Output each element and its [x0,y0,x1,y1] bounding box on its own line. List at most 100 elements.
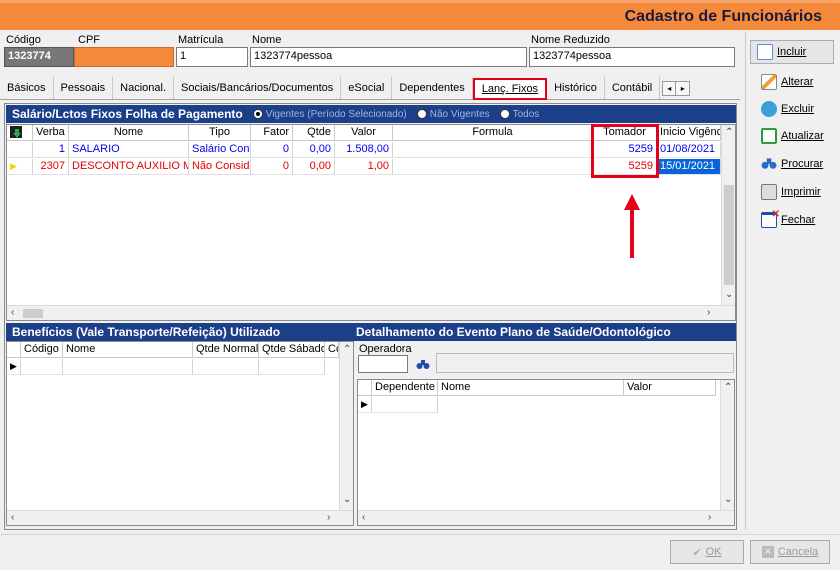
col-qtde[interactable]: Qtde [293,125,335,141]
radio-nao-vigentes[interactable]: Não Vigentes [416,109,490,120]
col-nome[interactable]: Nome [438,380,624,396]
empty-cell[interactable] [63,359,193,375]
col-fator[interactable]: Fator [251,125,293,141]
radio-todos[interactable]: Todos [499,109,539,120]
col-valor[interactable]: Valor [335,125,393,141]
fechar-button[interactable]: ✕ Fechar [755,208,825,232]
cell-fator[interactable]: 0 [251,142,293,158]
matricula-field[interactable]: 1 [176,47,248,67]
col-co[interactable]: Co [325,342,339,358]
col-dependente[interactable]: Dependente [372,380,438,396]
ok-button[interactable]: ✔ OK [670,540,744,564]
export-excel-icon[interactable] [7,125,33,141]
col-qtde-sabado[interactable]: Qtde Sábado [259,342,325,358]
scroll-thumb[interactable] [724,185,734,285]
tab-scroll-buttons: ◂ ▸ [662,81,691,96]
cell-fator[interactable]: 0 [251,159,293,175]
grid-indicator-header [358,380,372,396]
cpf-field[interactable] [74,47,174,67]
col-inicio-vigencia[interactable]: Inicio Vigênc [657,125,721,141]
procurar-button[interactable]: Procurar [755,152,825,176]
tab-prev-icon[interactable]: ◂ [663,82,677,95]
col-qtde-normal[interactable]: Qtde Normal [193,342,259,358]
scroll-left-icon[interactable]: ‹ [362,512,365,523]
scroll-right-icon[interactable]: › [327,512,330,523]
scroll-up-icon[interactable]: ⌃ [343,344,351,355]
dependentes-hscroll[interactable]: ‹ › [358,510,734,525]
empty-cell[interactable] [193,359,259,375]
plano-section-title: Detalhamento do Evento Plano de Saúde/Od… [356,325,671,339]
tab-basicos[interactable]: Básicos [0,77,54,99]
tab-dependentes[interactable]: Dependentes [392,77,473,99]
scroll-down-icon[interactable]: ⌄ [724,494,732,505]
scroll-thumb[interactable] [23,309,43,318]
alterar-button[interactable]: Alterar [755,70,825,94]
col-valor[interactable]: Valor [624,380,716,396]
cell-valor[interactable]: 1.508,00 [335,142,393,158]
col-nome[interactable]: Nome [63,342,193,358]
incluir-button[interactable]: Incluir [750,40,834,64]
tab-historico[interactable]: Histórico [547,77,605,99]
radio-vigentes[interactable]: Vigentes (Período Selecionado) [252,109,407,120]
empty-cell[interactable] [21,359,63,375]
excluir-label: Excluir [781,103,815,115]
codigo-field[interactable]: 1323774 [4,47,74,67]
col-nome[interactable]: Nome [69,125,189,141]
lower-section-header: Benefícios (Vale Transporte/Refeição) Ut… [6,323,736,341]
beneficios-hscroll[interactable]: ‹ › [7,510,353,525]
tab-esocial[interactable]: eSocial [341,77,393,99]
scroll-down-icon[interactable]: ⌄ [725,289,733,300]
binoculars-icon [761,156,777,172]
cell-inicio-vigencia-selected[interactable]: 15/01/2021 [657,159,721,175]
excluir-button[interactable]: Excluir [755,97,825,121]
tab-contabil[interactable]: Contábil [605,77,661,99]
operadora-code-field[interactable] [358,355,408,373]
cell-formula[interactable] [393,142,593,158]
tab-nacional[interactable]: Nacional. [113,77,175,99]
scroll-down-icon[interactable]: ⌄ [343,494,351,505]
tab-lanc-fixos[interactable]: Lanç. Fixos [472,78,548,100]
binoculars-icon[interactable] [414,355,432,373]
atualizar-button[interactable]: Atualizar [755,124,825,148]
tab-pessoais[interactable]: Pessoais [54,77,114,99]
nome-field[interactable]: 1323774pessoa [250,47,527,67]
col-verba[interactable]: Verba [33,125,69,141]
cell-tipo[interactable]: Não Conside [189,159,251,175]
scroll-right-icon[interactable]: › [707,307,710,318]
cancel-icon: ✕ [761,546,774,558]
col-formula[interactable]: Formula [393,125,593,141]
scroll-left-icon[interactable]: ‹ [11,512,14,523]
ok-label: OK [705,546,722,558]
cell-verba[interactable]: 2307 [33,159,69,175]
operadora-name-field [436,353,734,373]
operadora-label: Operadora [359,343,412,355]
dependentes-grid: Dependente Nome Valor ▶ ⌃ ⌄ ‹ › [357,379,735,526]
scroll-up-icon[interactable]: ⌃ [725,127,733,138]
tab-next-icon[interactable]: ▸ [676,82,689,95]
salary-grid-vscroll[interactable]: ⌃ ⌄ [721,125,735,305]
cell-valor[interactable]: 1,00 [335,159,393,175]
scroll-left-icon[interactable]: ‹ [11,307,14,318]
cell-verba[interactable]: 1 [33,142,69,158]
scroll-right-icon[interactable]: › [708,512,711,523]
dependentes-vscroll[interactable]: ⌃ ⌄ [720,380,734,510]
cell-qtde[interactable]: 0,00 [293,159,335,175]
cell-formula[interactable] [393,159,593,175]
cell-nome[interactable]: DESCONTO AUXILIO M [69,159,189,175]
col-codigo[interactable]: Código [21,342,63,358]
imprimir-label: Imprimir [781,186,821,198]
empty-cell[interactable] [372,397,438,413]
cell-inicio-vigencia[interactable]: 01/08/2021 [657,142,721,158]
imprimir-button[interactable]: Imprimir [755,180,825,204]
beneficios-vscroll[interactable]: ⌃ ⌄ [339,342,353,510]
salary-grid-hscroll[interactable]: ‹ › [7,305,735,320]
scroll-up-icon[interactable]: ⌃ [724,382,732,393]
empty-cell[interactable] [259,359,325,375]
nome-reduzido-field[interactable]: 1323774pessoa [529,47,735,67]
col-tipo[interactable]: Tipo [189,125,251,141]
tab-sociais[interactable]: Sociais/Bancários/Documentos [174,77,342,99]
cell-qtde[interactable]: 0,00 [293,142,335,158]
cancela-button[interactable]: ✕ Cancela [750,540,830,564]
cell-tipo[interactable]: Salário Contr [189,142,251,158]
cell-nome[interactable]: SALARIO [69,142,189,158]
